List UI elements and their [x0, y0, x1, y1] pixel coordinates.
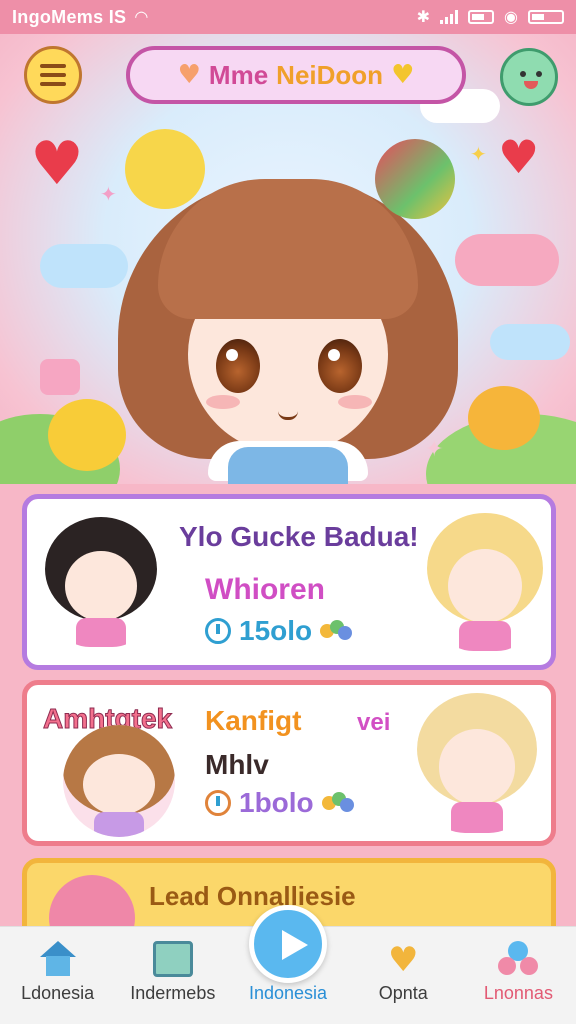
circle-icon: ◉ — [504, 9, 518, 26]
nav-label: Opnta — [378, 983, 428, 1003]
heart-icon-left: ♥ — [30, 129, 84, 199]
hero-area: ♥ ♥ ✦ ✦ ✦ ♥ Mme NeiDoon ♥ — [0, 34, 576, 484]
nav-label: Indermebs — [130, 983, 216, 1003]
flower-icon — [205, 790, 231, 816]
card-1-subtitle: Whioren — [205, 573, 325, 606]
game-card-1[interactable]: Ylo Gucke Badua! Whioren 15olo — [22, 494, 556, 670]
heart-chat-icon: ♥ — [387, 940, 419, 980]
heart-icon-right: ♥ — [498, 130, 540, 184]
bottom-navigation: Ldonesia Indermebs Indonesia ♥ Opnta Lno… — [0, 905, 576, 1024]
nav-item-box[interactable]: Indermebs — [115, 927, 230, 1024]
menu-button[interactable] — [24, 46, 82, 104]
heart-icon: ♥ — [177, 60, 201, 90]
cloud-pink — [455, 234, 559, 286]
status-icons: ✱ ◉ — [417, 7, 564, 27]
cloud-left — [40, 244, 128, 288]
nav-label: Lnonnas — [483, 983, 553, 1003]
people-icon — [498, 941, 539, 977]
card-1-stat-value: 15olo — [239, 615, 313, 646]
orange-blob-icon — [468, 386, 540, 450]
character-avatar-black-hair — [45, 517, 157, 647]
pink-star-icon — [40, 359, 80, 395]
nav-item-home[interactable]: Ldonesia — [0, 927, 115, 1024]
game-card-2[interactable]: Amhtgtek Kanfigt vei Mhlv 1bolo — [22, 680, 556, 846]
title-banner: ♥ Mme NeiDoon ♥ — [126, 46, 466, 104]
battery-icon — [528, 10, 564, 24]
sparkle-icon: ✦ — [100, 182, 117, 206]
candy-icon — [321, 792, 356, 814]
heart-icon: ♥ — [391, 60, 415, 90]
nav-item-play[interactable]: Indonesia — [230, 905, 345, 1024]
home-icon — [38, 941, 78, 977]
nav-label: Indonesia — [248, 983, 328, 1003]
carrier-name: IngoMems IS — [12, 6, 127, 27]
card-3-title: Lead Onnalliesie — [149, 881, 356, 911]
hair-clip-icon — [375, 139, 455, 219]
card-2-stat-value: 1bolo — [239, 787, 314, 818]
title-part2: NeiDoon — [276, 59, 384, 90]
yellow-blob-icon — [48, 399, 126, 471]
play-icon[interactable] — [249, 905, 327, 983]
nav-item-favorites[interactable]: ♥ Opnta — [346, 927, 461, 1024]
character-avatar-blonde — [427, 513, 543, 651]
card-2-title-tail: vei — [357, 709, 391, 736]
card-2-stat: 1bolo — [205, 787, 356, 819]
card-2-subtitle: Mhlv — [205, 749, 269, 780]
clock-icon — [205, 618, 231, 644]
status-bar: IngoMems IS ◠ ✱ ◉ — [0, 0, 576, 34]
card-2-title: Kanfigt — [205, 705, 302, 736]
character-avatar-brown-hair — [63, 725, 175, 837]
character-avatar-bear-ears — [417, 693, 537, 833]
card-1-stat: 15olo — [205, 615, 354, 647]
card-1-title: Ylo Gucke Badua! — [179, 521, 419, 552]
candy-icon — [320, 620, 354, 642]
wifi-icon: ◠ — [134, 9, 149, 26]
title-part1: Mme — [208, 59, 269, 90]
nav-item-people[interactable]: Lnonnas — [461, 927, 576, 1024]
bluetooth-icon: ✱ — [416, 9, 431, 26]
box-icon — [152, 941, 193, 977]
signal-icon — [440, 10, 459, 24]
nav-label: Ldonesia — [21, 983, 95, 1003]
battery-small-icon — [468, 10, 495, 24]
cloud-right — [490, 324, 570, 360]
sparkle-icon: ✦ — [470, 142, 487, 166]
profile-button[interactable] — [500, 48, 558, 106]
